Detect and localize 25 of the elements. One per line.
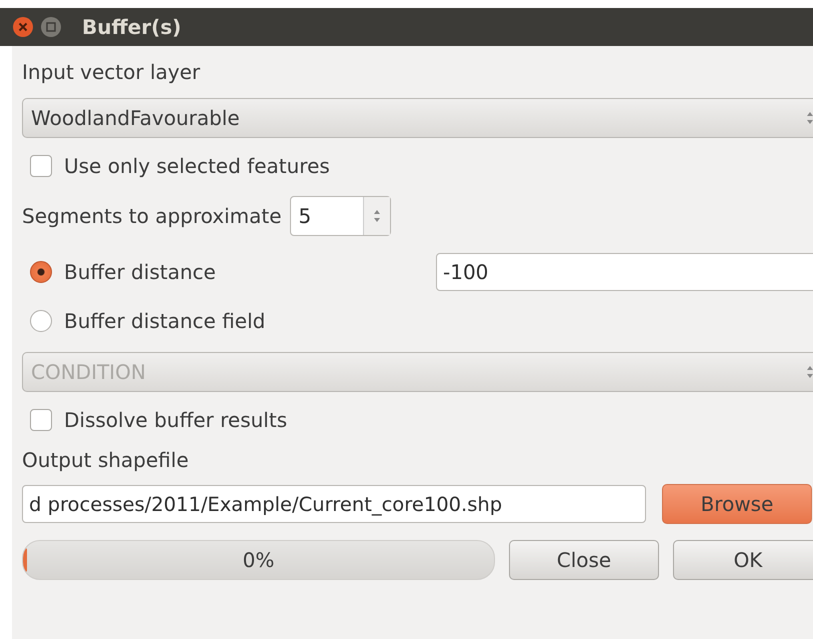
layer-dropdown[interactable]: WoodlandFavourable <box>22 98 813 138</box>
progress-text: 0% <box>242 548 274 572</box>
radio-button[interactable] <box>30 310 52 332</box>
field-label: Output shapefile <box>22 448 190 472</box>
field-label: Input vector layer <box>22 60 202 84</box>
updown-icon <box>806 110 813 126</box>
updown-icon <box>806 364 813 380</box>
segments-spinbox[interactable]: 5 <box>290 196 391 236</box>
checkbox[interactable] <box>30 155 52 177</box>
browse-button[interactable]: Browse <box>662 484 812 524</box>
checkbox-label: Use only selected features <box>64 154 330 178</box>
radio-label: Buffer distance <box>64 260 217 284</box>
ok-button[interactable]: OK <box>673 540 813 580</box>
maximize-icon[interactable] <box>40 16 62 38</box>
checkbox-label: Dissolve buffer results <box>64 408 288 432</box>
window-title: Buffer(s) <box>82 15 182 39</box>
output-path-field[interactable]: d processes/2011/Example/Current_core100.shp <box>22 485 646 523</box>
close-button[interactable]: Close <box>509 540 659 580</box>
distance-field[interactable]: -100 <box>436 253 813 291</box>
spin-arrows-icon <box>372 208 381 224</box>
checkbox[interactable] <box>30 409 52 431</box>
close-icon[interactable] <box>12 16 34 38</box>
field-label: Segments to approximate <box>22 204 282 228</box>
radio-label: Buffer distance field <box>64 309 266 333</box>
radio-button[interactable] <box>30 261 52 283</box>
